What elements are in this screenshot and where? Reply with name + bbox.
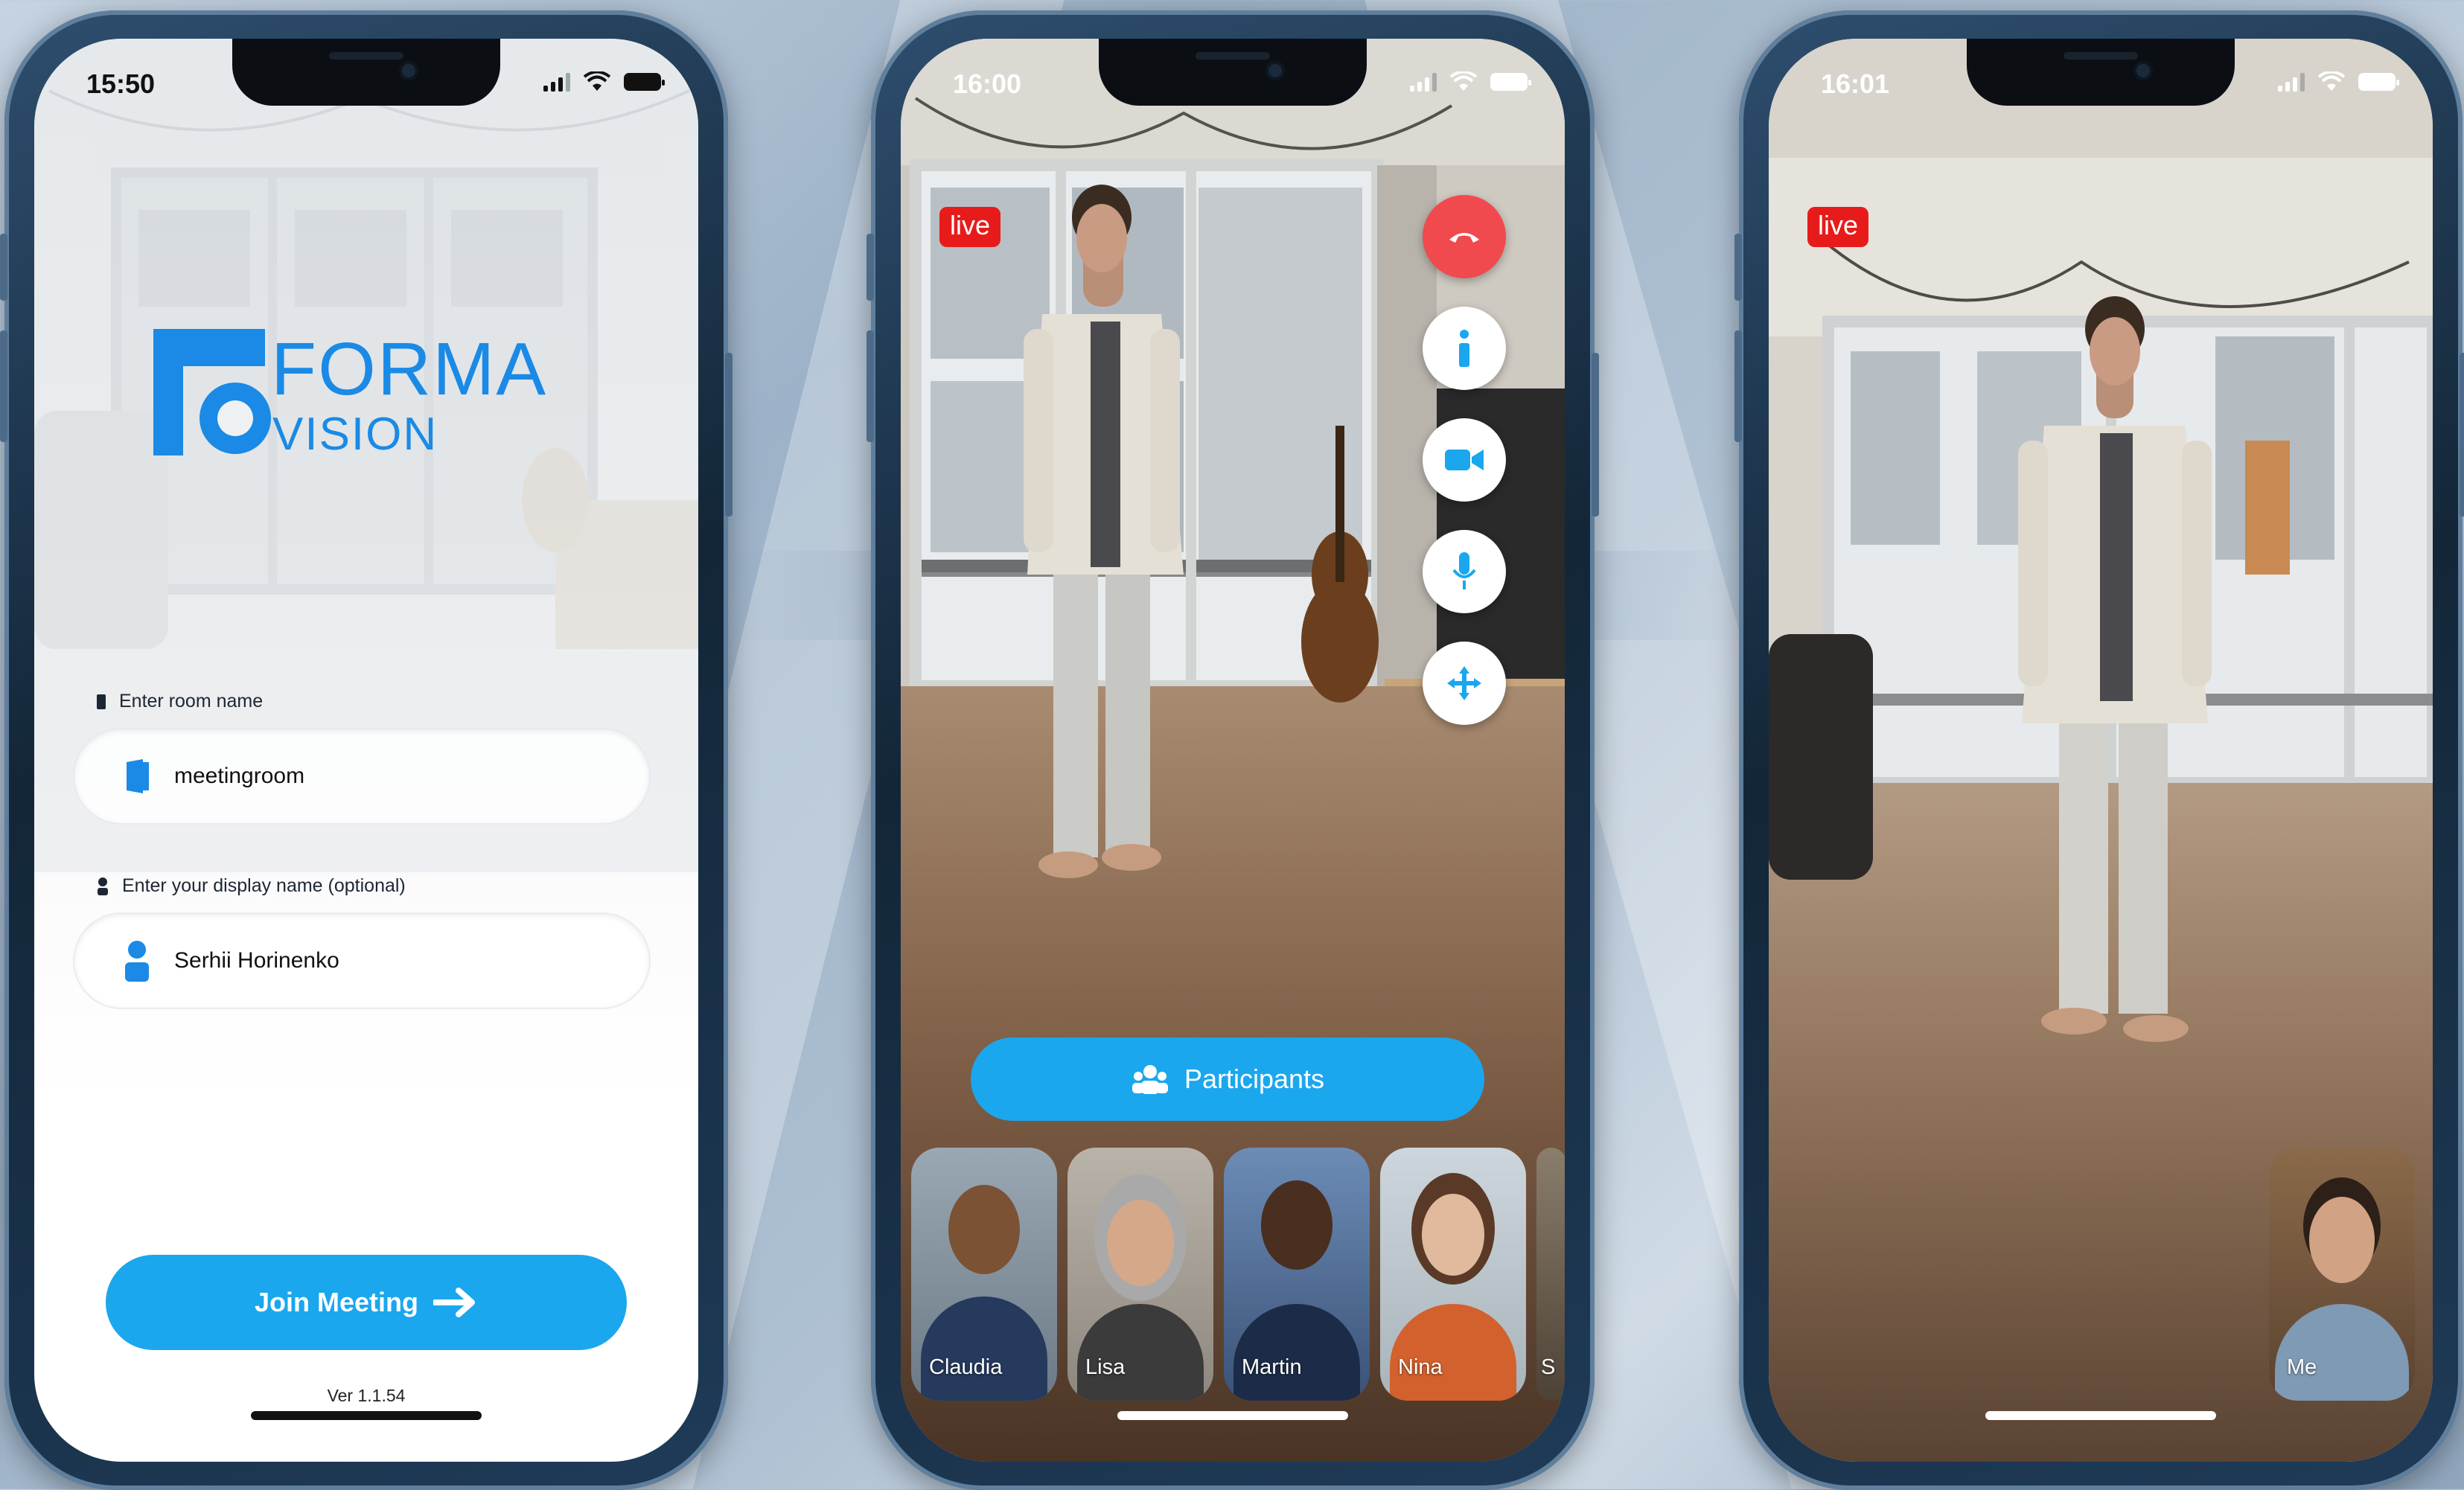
home-indicator[interactable]: [251, 1411, 482, 1420]
phone-login: 15:50 FORMA VISION Enter room name meeti…: [0, 10, 733, 1490]
wifi-icon: [2318, 71, 2345, 91]
participant-name: Nina: [1398, 1355, 1443, 1379]
participants-label: Participants: [1184, 1064, 1325, 1094]
end-call-button[interactable]: [1423, 195, 1506, 278]
room-name-label: Enter room name: [97, 691, 263, 712]
video-camera-icon: [1445, 450, 1484, 470]
participant-tile[interactable]: Lisa: [1067, 1148, 1213, 1401]
phone-call-participants: 16:00 live Participants Claudia Lisa Mar…: [866, 10, 1599, 1490]
phone-call-self-view: 16:01 live Me: [1734, 10, 2464, 1490]
camera-button[interactable]: [1423, 418, 1506, 502]
participant-photo: [1390, 1304, 1516, 1401]
person-icon: [98, 877, 108, 895]
door-icon: [122, 759, 152, 793]
room-name-value: meetingroom: [174, 764, 305, 788]
self-view-photo: [2275, 1304, 2409, 1401]
version-label: Ver 1.1.54: [327, 1386, 406, 1405]
microphone-button[interactable]: [1423, 530, 1506, 613]
join-meeting-button[interactable]: Join Meeting: [106, 1255, 627, 1350]
group-icon: [1132, 1065, 1168, 1094]
status-time: 15:50: [86, 68, 156, 99]
join-meeting-label: Join Meeting: [254, 1287, 418, 1317]
move-arrows-icon: [1447, 666, 1481, 700]
status-time: 16:00: [953, 68, 1022, 99]
call-controls: [1416, 195, 1513, 753]
hang-up-icon: [1449, 233, 1479, 243]
participant-tile[interactable]: Nina: [1380, 1148, 1526, 1401]
arrow-right-icon: [433, 1288, 475, 1317]
door-icon: [97, 694, 106, 709]
logo-forma-text: FORMA: [271, 327, 547, 411]
participant-name: Martin: [1242, 1355, 1302, 1379]
display-name-value: Serhii Horinenko: [174, 948, 339, 973]
battery-icon: [1490, 73, 1531, 91]
call-screen: 16:01 live Me: [1769, 39, 2433, 1462]
room-name-input[interactable]: meetingroom: [74, 729, 649, 823]
live-badge: live: [939, 207, 1001, 247]
participant-name: Claudia: [929, 1355, 1003, 1379]
info-icon: [1459, 330, 1469, 367]
logo-vision-text: VISION: [272, 409, 438, 460]
forma-vision-logo: FORMA VISION: [153, 327, 547, 460]
participant-photo: [921, 1296, 1047, 1401]
participant-name: S: [1541, 1355, 1556, 1379]
participant-photo: [1077, 1304, 1204, 1401]
login-screen: 15:50 FORMA VISION Enter room name meeti…: [34, 39, 698, 1462]
move-button[interactable]: [1423, 642, 1506, 725]
self-view-name: Me: [2287, 1355, 2317, 1379]
participants-button[interactable]: Participants: [971, 1037, 1484, 1121]
participant-name: Lisa: [1085, 1355, 1126, 1379]
cellular-signal-icon: [543, 72, 570, 92]
home-indicator[interactable]: [1985, 1411, 2216, 1420]
wifi-icon: [584, 71, 610, 91]
participant-tile[interactable]: Claudia: [911, 1148, 1057, 1401]
home-indicator[interactable]: [1117, 1411, 1348, 1420]
microphone-icon: [1452, 552, 1476, 589]
cellular-signal-icon: [1410, 72, 1437, 92]
battery-icon: [624, 73, 665, 91]
self-view-tile[interactable]: Me: [2269, 1148, 2415, 1401]
participant-tile[interactable]: Martin: [1224, 1148, 1370, 1401]
live-badge: live: [1807, 207, 1869, 247]
battery-icon: [2358, 73, 2399, 91]
call-screen: 16:00 live Participants Claudia Lisa Mar…: [901, 39, 1565, 1462]
display-name-input[interactable]: Serhii Horinenko: [74, 914, 649, 1008]
participant-photo: [1233, 1304, 1360, 1401]
person-icon: [122, 941, 152, 982]
cellular-signal-icon: [2278, 72, 2305, 92]
display-name-label: Enter your display name (optional): [97, 875, 406, 897]
participant-tiles: Claudia Lisa Martin Nina S: [911, 1148, 1565, 1401]
status-time: 16:01: [1821, 68, 1890, 99]
participant-tile[interactable]: S: [1536, 1148, 1565, 1401]
info-button[interactable]: [1423, 307, 1506, 390]
wifi-icon: [1450, 71, 1477, 91]
